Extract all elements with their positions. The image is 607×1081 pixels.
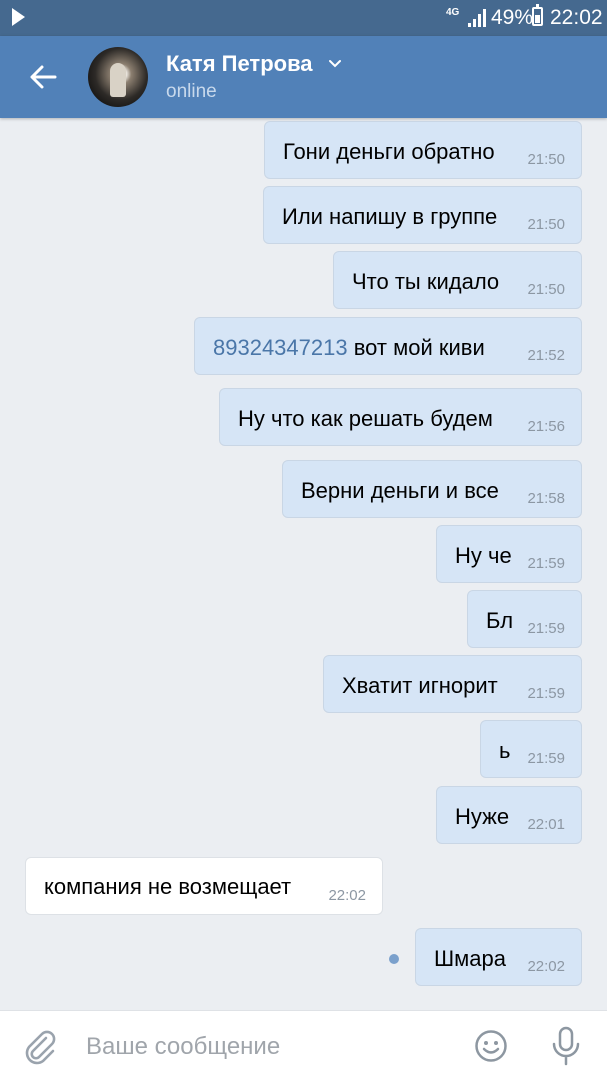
message-text: Ну что как решать будем bbox=[238, 406, 493, 431]
message-input[interactable] bbox=[84, 1025, 458, 1069]
message-time: 22:02 bbox=[527, 958, 565, 975]
message-text: Или напишу в группе bbox=[282, 204, 498, 229]
message-time: 21:58 bbox=[527, 490, 565, 507]
battery-icon bbox=[532, 4, 543, 26]
message-time: 21:59 bbox=[527, 685, 565, 702]
message-text: Бл bbox=[486, 608, 514, 633]
message-text: Что ты кидало bbox=[352, 269, 500, 294]
message-time: 22:01 bbox=[527, 816, 565, 833]
message-out[interactable]: Или напишу в группе 21:50 bbox=[263, 186, 582, 244]
message-out[interactable]: Шмара 22:02 bbox=[415, 928, 582, 986]
message-text: Гони деньги обратно bbox=[283, 139, 495, 164]
message-out[interactable]: Хватит игнорит 21:59 bbox=[323, 655, 582, 713]
chevron-down-icon[interactable] bbox=[329, 58, 341, 70]
chat-header: Катя Петрова online bbox=[0, 36, 607, 118]
play-icon bbox=[12, 8, 25, 26]
message-text: Хватит игнорит bbox=[342, 673, 498, 698]
contact-name[interactable]: Катя Петрова bbox=[166, 51, 313, 77]
message-time: 22:02 bbox=[328, 887, 366, 904]
message-composer bbox=[0, 1010, 607, 1081]
microphone-icon[interactable] bbox=[550, 1026, 582, 1066]
message-time: 21:59 bbox=[527, 750, 565, 767]
message-in[interactable]: компания не возмещает 22:02 bbox=[25, 857, 383, 915]
message-out[interactable]: Верни деньги и все 21:58 bbox=[282, 460, 582, 518]
message-out[interactable]: Гони деньги обратно 21:50 bbox=[264, 121, 582, 179]
message-out[interactable]: Что ты кидало 21:50 bbox=[333, 251, 582, 309]
message-text: Ну че bbox=[455, 543, 512, 568]
battery-percent: 49% bbox=[491, 6, 534, 29]
message-out[interactable]: 89324347213 вот мой киви 21:52 bbox=[194, 317, 582, 375]
avatar[interactable] bbox=[88, 47, 148, 107]
message-time: 21:50 bbox=[527, 216, 565, 233]
phone-link[interactable]: 89324347213 bbox=[213, 335, 348, 360]
paperclip-icon[interactable] bbox=[22, 1029, 58, 1065]
status-bar: 4G 49% 22:02 bbox=[0, 0, 607, 36]
message-time: 21:50 bbox=[527, 151, 565, 168]
message-out[interactable]: Ну че 21:59 bbox=[436, 525, 582, 583]
message-text: Верни деньги и все bbox=[301, 478, 499, 503]
message-text: компания не возмещает bbox=[44, 874, 292, 899]
back-arrow-icon[interactable] bbox=[28, 62, 58, 92]
emoji-icon[interactable] bbox=[474, 1029, 508, 1063]
contact-status: online bbox=[166, 81, 217, 102]
message-text-rest: вот мой киви bbox=[347, 335, 485, 360]
message-time: 21:59 bbox=[527, 555, 565, 572]
status-clock: 22:02 bbox=[550, 6, 603, 29]
message-text: ь bbox=[499, 738, 511, 763]
message-time: 21:56 bbox=[527, 418, 565, 435]
message-out[interactable]: Бл 21:59 bbox=[467, 590, 582, 648]
message-text: Шмара bbox=[434, 946, 506, 971]
unread-indicator bbox=[389, 954, 399, 964]
message-out[interactable]: Ну что как решать будем 21:56 bbox=[219, 388, 582, 446]
message-time: 21:52 bbox=[527, 347, 565, 364]
message-time: 21:50 bbox=[527, 281, 565, 298]
signal-icon bbox=[468, 9, 486, 27]
network-type: 4G bbox=[446, 7, 460, 18]
message-out[interactable]: Нуже 22:01 bbox=[436, 786, 582, 844]
message-time: 21:59 bbox=[527, 620, 565, 637]
message-text: Нуже bbox=[455, 804, 510, 829]
message-text: 89324347213 вот мой киви bbox=[213, 335, 485, 361]
message-out[interactable]: ь 21:59 bbox=[480, 720, 582, 778]
